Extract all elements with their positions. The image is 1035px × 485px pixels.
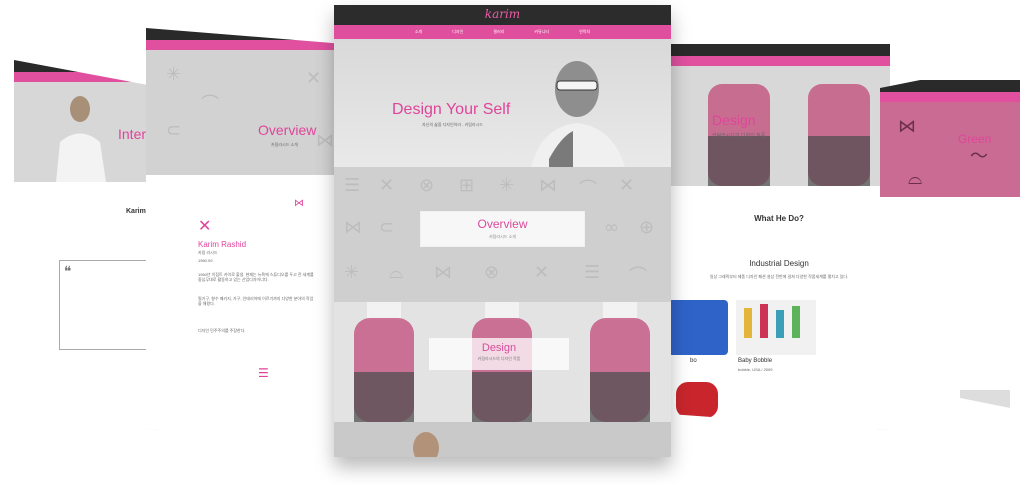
nav-item[interactable]: 디자인 [452,29,463,35]
x-icon: ✕ [198,218,212,235]
sculpture-thumb [960,390,1010,408]
hero-title: Green [958,132,992,146]
hero-subtitle: 카림라시드 소개 [271,142,298,147]
hero-section: Design Your Self 자신의 삶을 디자인하라 - 카림라시드 [334,39,671,167]
hero-subtitle: 자신의 삶을 디자인하라 - 카림라시드 [422,122,483,127]
design-section: Design 카림라시드의 디자인 작품 [334,302,671,422]
panel-nav [880,92,1020,102]
panel-header [880,80,1020,92]
hero-title: Overview [258,122,317,138]
portrait-image [531,61,625,167]
overview-box[interactable]: Overview 카림라시드 소개 [420,211,585,247]
panel-interview: Inter Karim ❝ 좋은 디자 [14,60,164,410]
hero-section: ✳ ⌒ ⊂ ✕ ⋈ Overview 카림라시드 소개 [146,50,346,175]
nav-item[interactable]: 연락처 [579,29,590,35]
overview-title: Overview [477,217,528,231]
name-heading: Karim Rashid [198,240,247,249]
hero-section: Inter [14,82,164,182]
panel-green: ⋈ 〜 ⌓ Green [880,60,1020,410]
main-nav: 소개 디자인 갤러리 커뮤니티 연락처 [334,25,671,39]
panel-design: Design 카림라시드의 디자인 작품 What He Do? Industr… [668,28,890,430]
nav-item[interactable]: 갤러리 [493,29,504,35]
bottles-image [708,84,870,186]
name-heading: Karim [126,208,146,215]
section-title: What He Do? [754,214,804,223]
hero-title: Design Your Self [392,101,511,118]
hero-section: Design 카림라시드의 디자인 작품 [668,66,890,186]
hero-title: Design [712,112,756,128]
overview-subtitle: 카림라시드 소개 [489,234,516,239]
birth-date: 1960.09 [198,258,213,263]
bowtie-icon: ⋈ [294,198,304,209]
design-box[interactable]: Design 카림라시드의 디자인 작품 [429,338,569,370]
panel-header [14,60,164,72]
product-name: bo [690,358,697,364]
mockup-stage: Inter Karim ❝ 좋은 디자 ✳ ⌒ ⊂ ✕ ⋈ Overview 카… [0,0,1035,485]
panel-main: karim 소개 디자인 갤러리 커뮤니티 연락처 Design Your Se… [334,5,671,457]
bio-paragraph-1: 1960년 이집트 카이로 출생. 현재는 뉴욕에 스튜디오를 두고 전 세계를… [198,272,314,282]
site-logo[interactable]: karim [485,7,520,21]
product-grid: bo Baby Bobble bobble, USA / 2009 [668,300,890,380]
bottle-icon [744,304,800,338]
product-thumb[interactable] [668,300,728,355]
product-thumb[interactable] [736,300,816,355]
product-meta: bobble, USA / 2009 [738,367,773,372]
panel-nav [146,40,346,50]
design-title: Design [481,342,517,354]
panel-header [146,28,346,40]
portrait-image [413,432,439,457]
nav-item[interactable]: 커뮤니티 [534,29,549,35]
hero-section: ⋈ 〜 ⌓ Green [880,102,1020,197]
footer-section [334,422,671,457]
overview-section: ☰ ✕ ⊗ ⊞ ✳ ⋈ ⌒ ✕ ⋈ ⊂ ∞ ⊕ ✳ ⌓ ⋈ ⊗ ✕ ☰ ⌒ Ov… [334,167,671,302]
pattern-icon: ☰ [258,366,269,380]
panel-nav [14,72,164,82]
bio-paragraph-2: 필기구, 향수 패키지, 가구, 인테리어에 이르기까지 다양한 분야의 작업을… [198,296,314,306]
panel-header [668,44,890,56]
panel-nav [668,56,890,66]
name-korean: 카림 라시드 [198,250,218,255]
site-header: karim [334,5,671,25]
panel-overview: ✳ ⌒ ⊂ ✕ ⋈ Overview 카림라시드 소개 ✕ ⋈ Karim Ra… [146,28,346,430]
subsection-desc: 일상 그래픽부터 제품 디자인 패션 설상 전반에 걸쳐 다양한 작품세계를 펼… [709,274,849,279]
chair-thumb[interactable] [676,382,718,418]
product-name: Baby Bobble [738,358,773,364]
portrait-image [56,96,106,182]
subsection-title: Industrial Design [749,259,809,268]
hero-title: Inter [118,126,147,142]
bio-paragraph-3: 디자인 민주주의를 주장한다. [198,328,246,333]
nav-item[interactable]: 소개 [415,29,422,35]
hero-subtitle: 카림라시드의 디자인 작품 [712,133,766,139]
design-subtitle: 카림라시드의 디자인 작품 [477,356,521,361]
